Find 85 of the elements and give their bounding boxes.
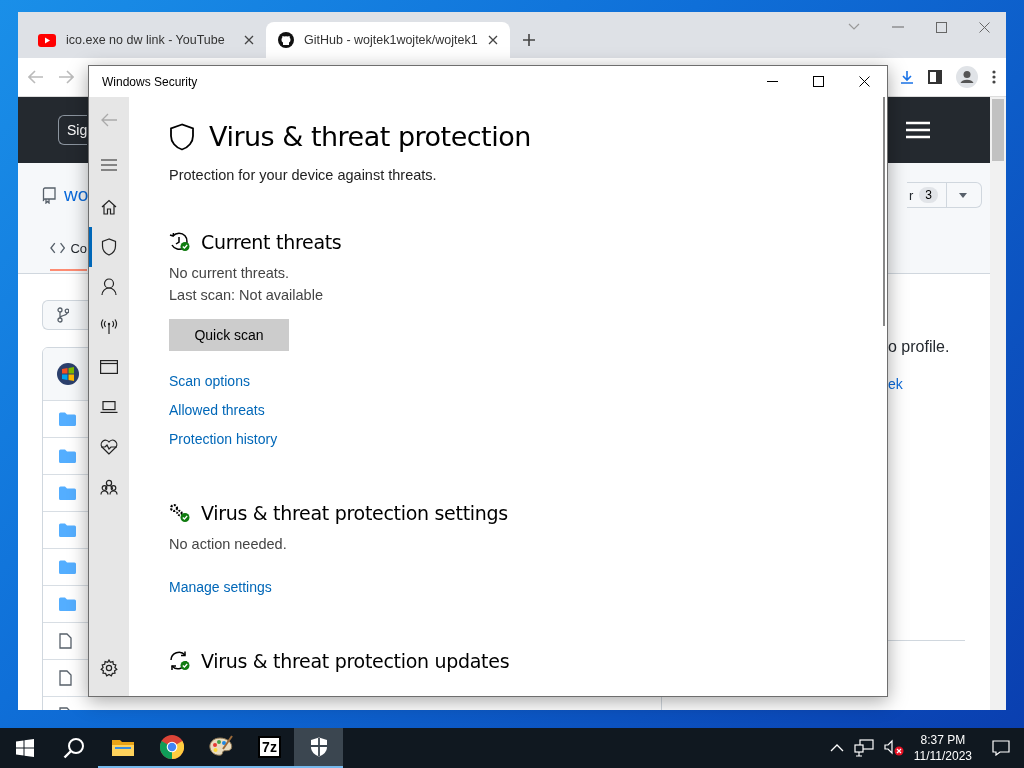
palette-icon [207, 735, 234, 759]
count-label: r [908, 187, 915, 203]
section-heading: Virus & threat protection updates [201, 650, 510, 672]
menu-icon [101, 158, 117, 171]
people-icon [100, 479, 118, 495]
browser-tab[interactable]: ico.exe no dw link - YouTube [26, 22, 266, 58]
clock-time: 8:37 PM [920, 732, 966, 748]
close-icon[interactable] [487, 35, 498, 45]
link[interactable]: Scan options [169, 373, 250, 389]
folder-icon [59, 560, 76, 574]
file-icon [59, 633, 72, 649]
refresh-check-icon [169, 651, 191, 671]
network-icon[interactable] [853, 739, 874, 757]
repo-name-link[interactable]: wo [64, 184, 89, 206]
shield-icon [309, 737, 328, 757]
profile-link[interactable]: ek [888, 376, 903, 392]
browser-window-icon [100, 360, 118, 374]
chrome-logo-icon [159, 735, 184, 759]
settings-icon [100, 659, 118, 677]
antenna-icon [100, 319, 118, 335]
maximize-icon [812, 76, 824, 87]
profile-icon[interactable] [956, 66, 978, 88]
quick-scan-button[interactable]: Quick scan [169, 319, 289, 351]
book-icon [42, 186, 56, 204]
tab-title: GitHub - wojtek1wojtek/wojtek1 [304, 33, 478, 47]
person-icon [101, 278, 117, 296]
gears-check-icon [169, 503, 191, 523]
status-text: No current threats. [169, 265, 291, 281]
folder-icon [59, 486, 76, 500]
count-button[interactable]: r 3 [907, 182, 982, 208]
folder-icon [59, 523, 76, 537]
file-icon [59, 670, 72, 686]
branch-button[interactable] [42, 300, 88, 330]
code-icon [50, 242, 66, 254]
close-icon[interactable] [979, 21, 990, 33]
close-icon[interactable] [244, 35, 254, 45]
download-icon[interactable] [900, 70, 914, 84]
muted-speaker-icon[interactable] [883, 739, 904, 757]
page-heading: Virus & threat protection [209, 121, 531, 152]
folder-icon [111, 738, 134, 756]
section-heading: Current threats [201, 231, 342, 253]
sign-button[interactable]: Sig [58, 115, 87, 145]
link[interactable]: Manage settings [169, 579, 272, 595]
maximize-icon[interactable] [936, 21, 947, 33]
heart-icon [100, 439, 118, 455]
notification-icon[interactable] [992, 740, 1010, 756]
home-icon [101, 199, 117, 215]
scrollbar[interactable] [990, 97, 1006, 710]
folder-icon [59, 449, 76, 463]
browser-tab[interactable]: GitHub - wojtek1wojtek/wojtek1 [266, 22, 510, 58]
status-text: Last scan: Not available [169, 287, 324, 303]
menu-icon[interactable] [906, 121, 930, 139]
shield-icon [101, 238, 117, 256]
clock[interactable]: 8:37 PM 11/11/2023 [913, 732, 972, 764]
shield-icon [169, 122, 195, 151]
play-icon [38, 33, 56, 47]
clock-date: 11/11/2023 [913, 748, 972, 764]
cat-logo-icon [278, 32, 294, 48]
window-title: Windows Security [102, 74, 198, 89]
back-arrow-icon [100, 112, 118, 127]
more-icon[interactable] [992, 70, 996, 84]
caret-icon[interactable] [959, 192, 968, 198]
profile-text: o profile. [888, 338, 951, 356]
page-subtitle: Protection for your device against threats. [169, 167, 438, 183]
scrollbar-thumb[interactable] [883, 97, 885, 326]
side-panel-icon[interactable] [928, 70, 942, 84]
folder-icon [59, 412, 76, 426]
close-icon [858, 76, 870, 87]
clock-check-icon [169, 232, 191, 252]
taskbar-button[interactable] [294, 728, 343, 768]
search-icon [62, 737, 85, 759]
link[interactable]: Allowed threats [169, 402, 265, 418]
windows-logo-icon [15, 739, 34, 757]
avatar [57, 363, 79, 385]
folder-icon [59, 597, 76, 611]
plus-icon[interactable] [521, 33, 536, 47]
tab-title: ico.exe no dw link - YouTube [66, 33, 226, 47]
section-heading: Virus & threat protection settings [201, 502, 508, 524]
archive-logo-icon: 7z [258, 736, 281, 758]
branch-icon [57, 307, 69, 323]
link[interactable]: Protection history [169, 431, 278, 447]
chevron-up-icon[interactable] [829, 744, 844, 752]
status-text: No action needed. [169, 536, 288, 552]
laptop-icon [100, 401, 118, 413]
count-badge: 3 [919, 187, 939, 203]
